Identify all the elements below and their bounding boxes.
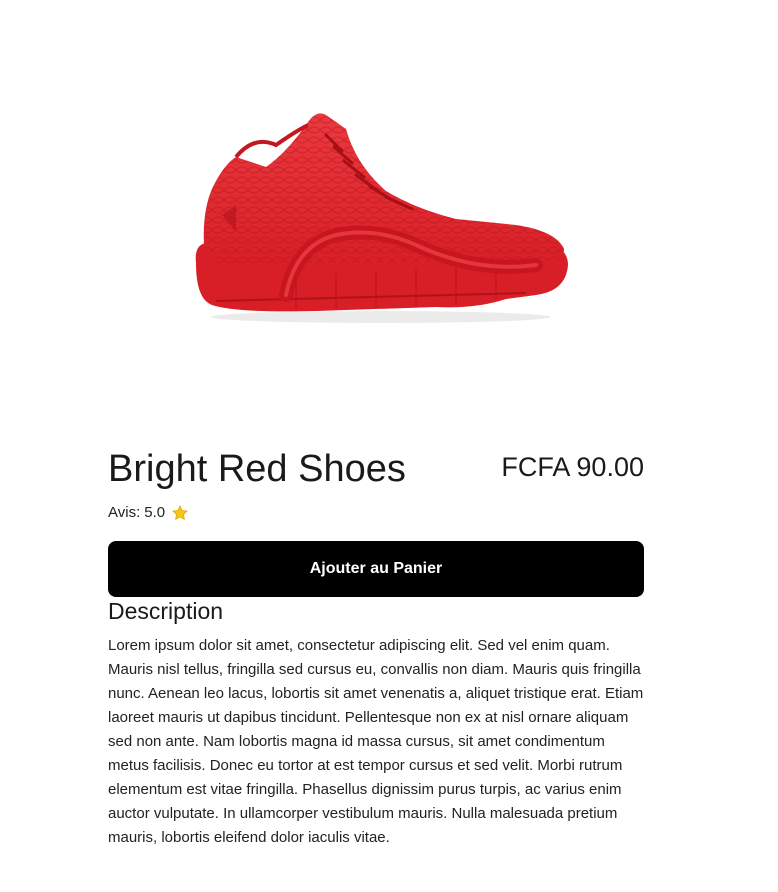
- shoe-icon: [195, 113, 568, 323]
- description-text: Lorem ipsum dolor sit amet, consectetur …: [108, 637, 644, 846]
- description-heading: Description: [108, 598, 224, 624]
- rating-text: Avis: 5.0: [108, 503, 165, 523]
- rating-label: Avis:: [108, 504, 141, 521]
- product-image: [108, 20, 644, 410]
- title-row: Bright Red Shoes FCFA 90.00: [108, 446, 644, 492]
- rating-value: 5.0: [144, 504, 166, 521]
- product-title: Bright Red Shoes: [108, 448, 406, 490]
- star-icon: [171, 504, 189, 522]
- rating: Avis: 5.0: [108, 503, 189, 523]
- product-price: FCFA 90.00: [501, 452, 644, 482]
- add-to-cart-button[interactable]: Ajouter au Panier: [108, 541, 644, 597]
